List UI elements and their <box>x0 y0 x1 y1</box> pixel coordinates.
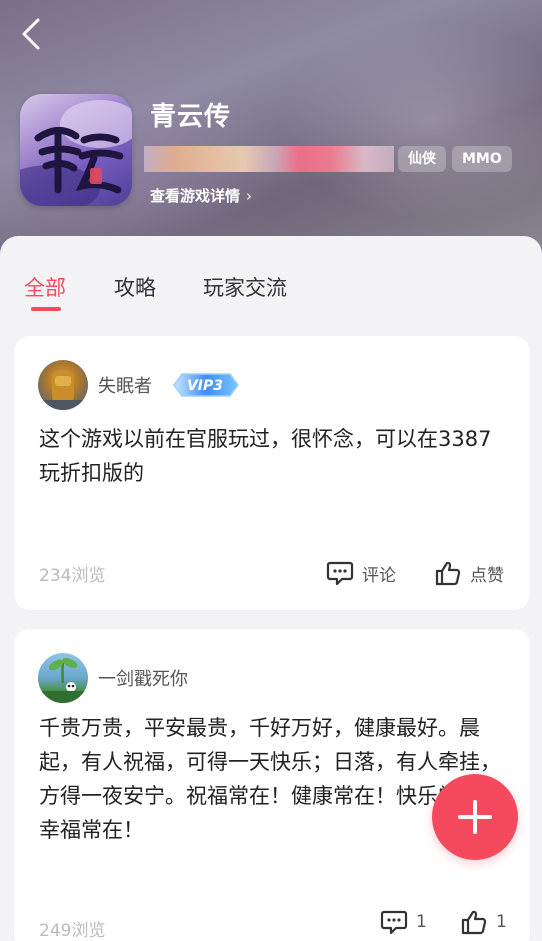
like-count: 1 <box>496 912 507 932</box>
view-count: 249浏览 <box>39 921 106 941</box>
vip-badge-label: VIP3 <box>187 378 223 394</box>
avatar-image <box>38 370 88 410</box>
view-game-details-link[interactable]: 查看游戏详情 › <box>150 185 252 206</box>
comment-button[interactable]: 1 <box>380 909 427 935</box>
post-card[interactable]: 失眠者 VIP3 这个游戏以前在官服玩过，很怀念，可以在3387玩折扣版的 23… <box>14 336 530 610</box>
view-count: 234浏览 <box>39 566 106 586</box>
tab-bar: 全部 攻略 玩家交流 <box>0 236 542 326</box>
plus-icon <box>458 800 492 834</box>
game-header: 青云传 仙侠 MMO 查看游戏详情 › <box>0 0 542 262</box>
comment-button[interactable]: 评论 <box>326 560 396 586</box>
active-tab-indicator <box>31 307 61 311</box>
username[interactable]: 失眠者 <box>98 372 152 398</box>
avatar[interactable] <box>38 653 88 703</box>
blurred-info-bar <box>144 146 394 172</box>
game-icon[interactable] <box>20 94 132 206</box>
chevron-left-icon <box>22 18 40 50</box>
tab-guides[interactable]: 攻略 <box>114 272 156 302</box>
comment-icon <box>326 561 354 586</box>
game-logo-art <box>20 100 132 206</box>
thumbs-up-icon <box>461 910 487 935</box>
create-post-button[interactable] <box>432 774 518 860</box>
like-button[interactable]: 1 <box>460 909 507 935</box>
avatar[interactable] <box>38 360 88 410</box>
comment-icon <box>380 910 408 935</box>
vip-badge: VIP3 <box>168 371 242 399</box>
avatar-image <box>38 658 88 703</box>
tab-all[interactable]: 全部 <box>24 272 66 302</box>
post-content: 这个游戏以前在官服玩过，很怀念，可以在3387玩折扣版的 <box>39 427 492 485</box>
tag-mmo: MMO <box>452 146 512 172</box>
username[interactable]: 一剑戳死你 <box>98 665 188 691</box>
tab-player-chat[interactable]: 玩家交流 <box>203 272 287 302</box>
chevron-right-icon: › <box>246 187 253 205</box>
tag-xianxia: 仙侠 <box>398 146 446 172</box>
details-link-label: 查看游戏详情 <box>150 187 241 205</box>
game-title: 青云传 <box>150 102 232 132</box>
like-label: 点赞 <box>470 565 504 586</box>
like-button[interactable]: 点赞 <box>434 560 504 586</box>
back-button[interactable] <box>14 14 50 54</box>
comment-label: 评论 <box>362 565 396 586</box>
comment-count: 1 <box>416 912 427 932</box>
thumbs-up-icon <box>435 561 461 586</box>
